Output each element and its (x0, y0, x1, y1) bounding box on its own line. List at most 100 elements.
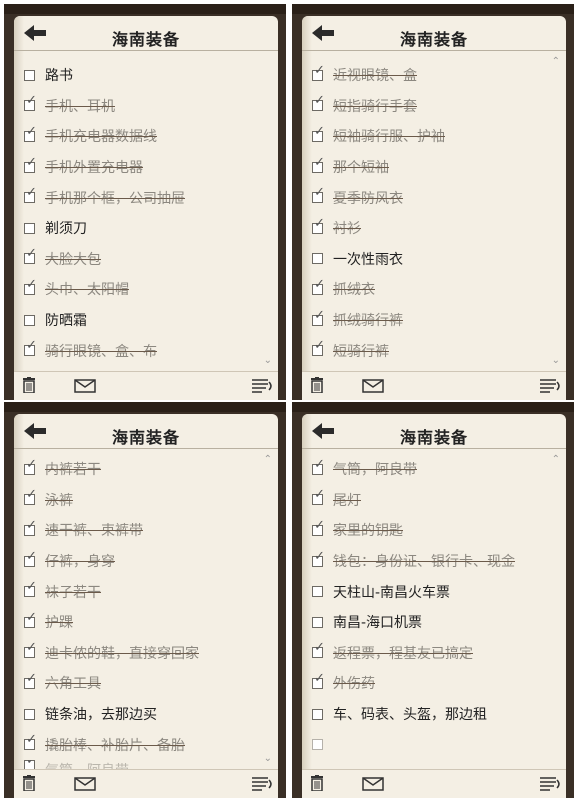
checkbox-checked[interactable] (24, 124, 37, 142)
checkbox-checked[interactable] (312, 155, 325, 173)
list-item[interactable]: 那个短袖 (302, 152, 566, 183)
checkbox-checked[interactable] (312, 93, 325, 112)
trash-icon[interactable] (22, 377, 36, 393)
item-label: 迪卡侬的鞋，直接穿回家 (45, 645, 199, 662)
list-item[interactable]: 大脸大包 (14, 244, 278, 275)
checkbox-checked[interactable] (24, 277, 37, 295)
list-item[interactable]: 短袖骑行服、护袖 (302, 121, 566, 152)
item-label: 剃须刀 (45, 221, 87, 238)
checkbox[interactable] (24, 69, 35, 81)
list-item[interactable]: 抓绒骑行裤 (302, 305, 566, 336)
checkbox-checked[interactable] (24, 549, 37, 567)
list-item[interactable]: 内裤若干 (14, 454, 278, 485)
list-item[interactable]: 近视眼镜、盒 (302, 60, 566, 91)
list-item[interactable]: 护踝 (14, 607, 278, 638)
list-item[interactable]: 袜子若干 (14, 576, 278, 607)
checkbox-checked[interactable] (312, 124, 325, 142)
mail-icon[interactable] (74, 379, 96, 393)
checkbox[interactable] (312, 739, 323, 751)
checkbox-checked[interactable] (312, 338, 325, 357)
checkbox-checked[interactable] (312, 640, 325, 659)
list-item[interactable]: 短指骑行手套 (302, 91, 566, 122)
item-label: 衬衫 (333, 221, 361, 238)
list-menu-icon[interactable] (538, 378, 562, 394)
list-item[interactable]: 链条油，去那边买 (14, 699, 278, 730)
list-item[interactable]: 返程票，程基友已搞定 (302, 638, 566, 669)
checkbox[interactable] (24, 708, 35, 720)
list-item[interactable]: 尾灯 (302, 485, 566, 516)
list-item[interactable]: 天柱山-南昌火车票 (302, 576, 566, 607)
list-item[interactable]: 一次性雨衣 (302, 244, 566, 275)
checkbox-checked[interactable] (312, 518, 325, 536)
mail-icon[interactable] (362, 379, 384, 393)
checkbox[interactable] (312, 708, 323, 720)
checkbox-checked[interactable] (312, 671, 325, 689)
list-item[interactable]: 家里的钥匙 (302, 515, 566, 546)
checkbox[interactable] (312, 616, 323, 628)
mail-icon[interactable] (362, 777, 384, 791)
list-item[interactable]: 短骑行裤 (302, 335, 566, 366)
item-label: 抓绒衣 (333, 282, 375, 299)
checkbox-checked[interactable] (24, 457, 37, 475)
checkbox-checked[interactable] (312, 308, 325, 326)
list-item[interactable]: 骑行眼镜、盒、布 (14, 335, 278, 366)
list-item[interactable]: 迪卡侬的鞋，直接穿回家 (14, 638, 278, 669)
list-item[interactable]: 衬衫 (302, 213, 566, 244)
checkbox-checked[interactable] (312, 216, 325, 234)
checkbox-checked[interactable] (312, 487, 325, 506)
mail-icon[interactable] (74, 777, 96, 791)
checkbox-checked[interactable] (24, 518, 37, 536)
checkbox-checked[interactable] (24, 185, 37, 204)
list-item[interactable]: 手机那个框，公司抽屉 (14, 182, 278, 213)
trash-icon[interactable] (310, 775, 324, 791)
checkbox-checked[interactable] (24, 155, 37, 173)
checkbox-checked[interactable] (24, 579, 37, 598)
list-item[interactable]: 南昌-海口机票 (302, 607, 566, 638)
bottom-toolbar (302, 371, 566, 400)
list-item[interactable]: 仔裤，身穿 (14, 546, 278, 577)
checkbox-checked[interactable] (312, 457, 325, 475)
checkbox[interactable] (312, 586, 323, 598)
checkbox-checked[interactable] (24, 671, 37, 689)
checkbox-checked[interactable] (24, 732, 37, 751)
list-item[interactable]: 泳裤 (14, 485, 278, 516)
checkbox-checked[interactable] (24, 487, 37, 506)
list-item[interactable]: 车、码表、头盔，那边租 (302, 699, 566, 730)
checkbox[interactable] (24, 314, 35, 326)
list-item[interactable]: 手机外置充电器 (14, 152, 278, 183)
list-item[interactable]: 撬胎棒、补胎片、备胎 (14, 729, 278, 760)
checkbox-checked[interactable] (24, 610, 37, 628)
list-item[interactable]: 气筒，阿良带 (302, 454, 566, 485)
list-item[interactable]: 头巾、太阳帽 (14, 274, 278, 305)
list-item[interactable]: 防晒霜 (14, 305, 278, 336)
list-item[interactable]: 抓绒衣 (302, 274, 566, 305)
checkbox-checked[interactable] (24, 246, 37, 265)
checkbox-checked[interactable] (312, 63, 325, 81)
checkbox-checked[interactable] (24, 338, 37, 357)
checkbox-checked[interactable] (312, 549, 325, 567)
list-item[interactable]: 六角工具 (14, 668, 278, 699)
checkbox[interactable] (312, 253, 323, 265)
title-bar: 海南装备 (302, 16, 566, 51)
list-menu-icon[interactable] (538, 776, 562, 792)
item-label: 钱包：身份证、银行卡、现金 (333, 554, 515, 571)
checkbox-checked[interactable] (312, 185, 325, 204)
list-item[interactable]: 外伤药 (302, 668, 566, 699)
list-item[interactable]: 钱包：身份证、银行卡、现金 (302, 546, 566, 577)
list-menu-icon[interactable] (250, 378, 274, 394)
list-item[interactable]: 路书 (14, 60, 278, 91)
checkbox-checked[interactable] (24, 640, 37, 659)
checkbox-checked[interactable] (24, 93, 37, 112)
trash-icon[interactable] (22, 775, 36, 791)
list-item[interactable]: 剃须刀 (14, 213, 278, 244)
checkbox-checked[interactable] (312, 277, 325, 295)
item-label: 链条油，去那边买 (45, 707, 157, 724)
list-item[interactable]: 手机、耳机 (14, 91, 278, 122)
list-item[interactable]: 手机充电器数据线 (14, 121, 278, 152)
checkbox[interactable] (24, 222, 35, 234)
list-item-empty[interactable] (302, 729, 566, 760)
list-item[interactable]: 夏季防风衣 (302, 182, 566, 213)
list-item[interactable]: 速干裤、束裤带 (14, 515, 278, 546)
trash-icon[interactable] (310, 377, 324, 393)
list-menu-icon[interactable] (250, 776, 274, 792)
